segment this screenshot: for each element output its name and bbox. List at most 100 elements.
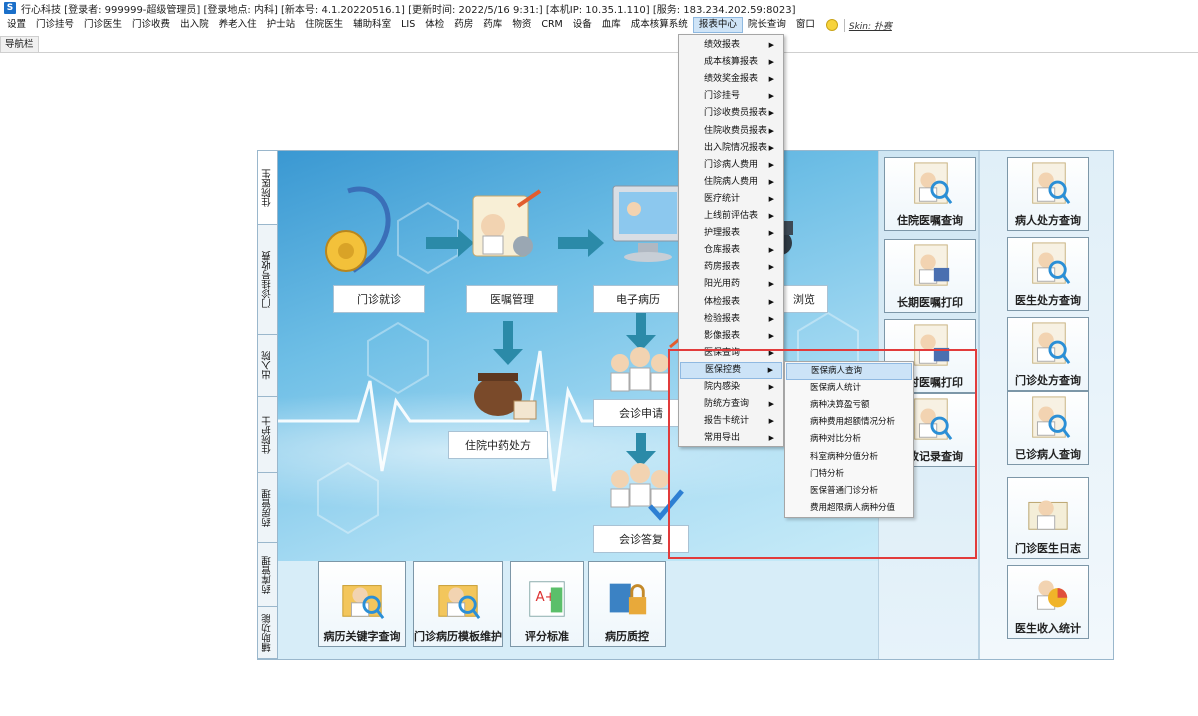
tile-caption: 病历关键字查询 [323, 630, 401, 643]
lightbulb-icon[interactable] [825, 19, 838, 31]
menu-item-11[interactable]: 药房 [449, 17, 478, 33]
outpatient-node[interactable]: 门诊就诊 [333, 285, 425, 313]
report-menu-item-0[interactable]: 绩效报表 ▶ [680, 37, 782, 54]
report-menu-item-12[interactable]: 仓库报表 ▶ [680, 242, 782, 259]
menu-item-0[interactable]: 设置 [2, 17, 31, 33]
menu-item-label: 绩效报表 [704, 40, 741, 50]
menu-item-10[interactable]: 体检 [420, 17, 449, 33]
tile-caption: 门诊处方查询 [1015, 374, 1081, 387]
right-tile-3[interactable]: 已诊病人查询 [1007, 391, 1089, 465]
orders-node[interactable]: 医嘱管理 [466, 285, 558, 313]
right-tile-2[interactable]: 门诊处方查询 [1007, 317, 1089, 391]
report-menu-item-16[interactable]: 检验报表 ▶ [680, 311, 782, 328]
menu-item-12[interactable]: 药库 [478, 17, 507, 33]
menu-item-label: 住院收费员报表 [704, 125, 768, 136]
report-menu-item-6[interactable]: 出入院情况报表 ▶ [680, 140, 782, 157]
menu-item-15[interactable]: 设备 [568, 17, 597, 33]
report-menu-item-10[interactable]: 上线前评估表 ▶ [680, 208, 782, 225]
chevron-right-icon: ▶ [768, 263, 774, 272]
emr-node[interactable]: 电子病历 [593, 285, 683, 313]
mid-tile-0[interactable]: 住院医嘱查询 [884, 157, 976, 231]
bottom-tile-3[interactable]: 病历质控 [588, 561, 666, 647]
menu-item-19[interactable]: 院长查询 [743, 17, 791, 33]
mid-tile-1[interactable]: 长期医嘱打印 [884, 239, 976, 313]
report-menu-item-17[interactable]: 影像报表 ▶ [680, 328, 782, 345]
menu-item-17[interactable]: 成本核算系统 [626, 17, 693, 33]
right-tile-4[interactable]: 门诊医生日志 [1007, 477, 1089, 559]
report-menu-item-9[interactable]: 医疗统计 ▶ [680, 191, 782, 208]
menu-item-label: 阳光用药 [704, 279, 741, 290]
menu-item-label: 仓库报表 [704, 245, 741, 256]
menu-item-20[interactable]: 窗口 [791, 17, 820, 33]
menu-item-6[interactable]: 护士站 [262, 17, 301, 33]
menu-item-14[interactable]: CRM [536, 17, 567, 33]
menu-item-label: 护理报表 [704, 228, 741, 239]
right-tile-0[interactable]: 病人处方查询 [1007, 157, 1089, 231]
tile-pie-icon [1036, 580, 1068, 610]
menu-item-1[interactable]: 门诊挂号 [31, 17, 79, 33]
bottom-tile-0[interactable]: 病历关键字查询 [318, 561, 406, 647]
vtab-1[interactable]: 门诊挂号收费 [258, 225, 277, 335]
report-menu-item-8[interactable]: 住院病人费用 ▶ [680, 174, 782, 191]
chevron-right-icon: ▶ [768, 143, 774, 152]
vtab-label: 门诊挂号收费 [261, 251, 273, 308]
menu-item-label: 门诊挂号 [704, 91, 741, 102]
menu-item-3[interactable]: 门诊收费 [127, 17, 175, 33]
report-menu-item-1[interactable]: 成本核算报表 ▶ [680, 54, 782, 71]
menu-item-label: 上线前评估表 [704, 211, 759, 221]
chevron-right-icon: ▶ [768, 160, 774, 169]
menu-item-13[interactable]: 物资 [507, 17, 536, 33]
vtab-5[interactable]: 药库管理 [258, 543, 277, 607]
vtab-label: 药库管理 [261, 555, 273, 594]
tcm-prescription-node[interactable]: 住院中药处方 [448, 431, 548, 459]
vtab-4[interactable]: 药房管理 [258, 473, 277, 543]
menu-item-8[interactable]: 辅助科室 [348, 17, 396, 33]
report-menu-item-4[interactable]: 门诊收费员报表 ▶ [680, 105, 782, 122]
menu-item-5[interactable]: 养老入住 [214, 17, 262, 33]
menu-item-label: 检验报表 [704, 313, 741, 324]
report-menu-item-2[interactable]: 绩效奖金报表 ▶ [680, 71, 782, 88]
chevron-right-icon: ▶ [768, 314, 774, 323]
menu-item-7[interactable]: 住院医生 [300, 17, 348, 33]
bottom-tile-1[interactable]: 门诊病历模板维护 [413, 561, 503, 647]
vtab-6[interactable]: 辅助功能 [258, 607, 277, 659]
herbal-pot-icon [474, 373, 537, 420]
report-menu-item-13[interactable]: 药房报表 ▶ [680, 259, 782, 276]
report-menu-item-14[interactable]: 阳光用药 ▶ [680, 276, 782, 293]
tile-caption: 门诊病历模板维护 [414, 630, 502, 643]
menu-item-18[interactable]: 报表中心 [692, 17, 743, 33]
vtab-3[interactable]: 住院护士 [258, 397, 277, 473]
chevron-right-icon: ▶ [768, 212, 774, 220]
report-menu-item-5[interactable]: 住院收费员报表 ▶ [680, 123, 782, 140]
tile-caption: 病历质控 [605, 630, 649, 643]
right-tile-1[interactable]: 医生处方查询 [1007, 237, 1089, 311]
chevron-right-icon: ▶ [768, 194, 774, 203]
menu-item-4[interactable]: 出入院 [175, 17, 214, 33]
tile-caption: 门诊医生日志 [1015, 542, 1081, 555]
vertical-tabs: 住院医生门诊挂号收费出入院 住院护士 药房管理药库管理辅助功能 [258, 151, 278, 659]
report-menu-item-15[interactable]: 体检报表 ▶ [680, 294, 782, 311]
bottom-tile-2[interactable]: A+ 评分标准 [510, 561, 584, 647]
chevron-right-icon: ▶ [768, 109, 774, 118]
skin-link[interactable]: Skin: 扑赛 [843, 18, 892, 32]
vtab-0[interactable]: 住院医生 [258, 151, 277, 225]
menu-item-label: 住院病人费用 [704, 176, 759, 187]
menu-bar: 设置 门诊挂号 门诊医生 门诊收费 出入院 养老入住 护士站 住院医生 辅助科室 LIS 体检 药房药… [0, 16, 1198, 34]
app-logo-icon: S [4, 2, 16, 14]
tile-caption: 住院医嘱查询 [897, 214, 963, 227]
chevron-right-icon: ▶ [768, 41, 774, 49]
report-menu-item-7[interactable]: 门诊病人费用 ▶ [680, 157, 782, 174]
right-tile-5[interactable]: 医生收入统计 [1007, 565, 1089, 639]
report-menu-item-11[interactable]: 护理报表 ▶ [680, 225, 782, 242]
menu-item-9[interactable]: LIS [396, 17, 420, 33]
tile-caption: 病人处方查询 [1015, 214, 1081, 227]
tab-nav[interactable]: 导航栏 [0, 36, 39, 52]
tile-doc-icon [1032, 396, 1071, 439]
menu-item-16[interactable]: 血库 [597, 17, 626, 33]
menu-item-label: 医疗统计 [704, 193, 741, 204]
report-menu-item-3[interactable]: 门诊挂号 ▶ [680, 88, 782, 105]
tile-caption: 医生处方查询 [1015, 294, 1081, 307]
vtab-2[interactable]: 出入院 [258, 335, 277, 397]
tile-doc-icon [1032, 242, 1071, 285]
menu-item-2[interactable]: 门诊医生 [79, 17, 127, 33]
